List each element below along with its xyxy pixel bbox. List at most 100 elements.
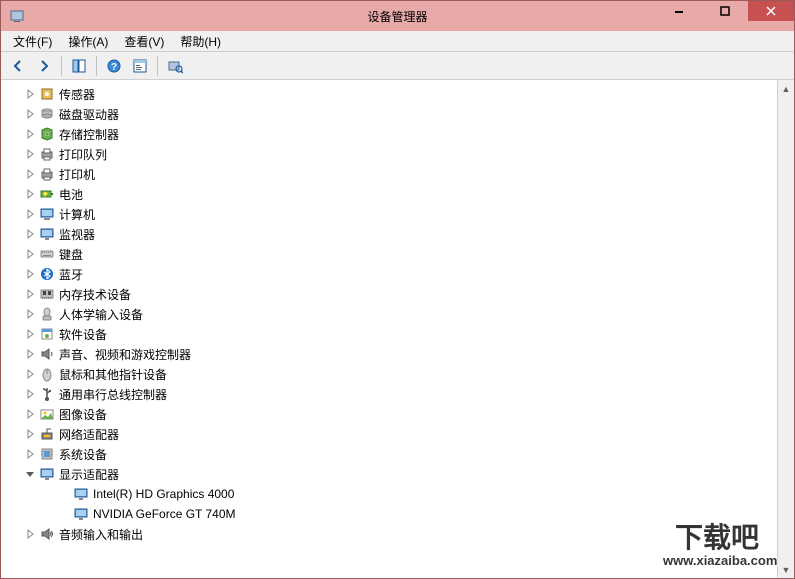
toolbar-separator (157, 56, 158, 76)
category-label: 内存技术设备 (59, 286, 131, 303)
category-label: 鼠标和其他指针设备 (59, 366, 167, 383)
vertical-scrollbar[interactable]: ▲ ▼ (777, 80, 794, 578)
menu-file[interactable]: 文件(F) (5, 31, 60, 52)
disk-icon (39, 106, 55, 122)
category-label: 电池 (59, 186, 83, 203)
menu-help[interactable]: 帮助(H) (172, 31, 229, 52)
device-label: NVIDIA GeForce GT 740M (93, 507, 236, 521)
tree-category[interactable]: 音频输入和输出 (3, 524, 775, 544)
collapse-icon[interactable] (23, 467, 37, 481)
category-label: 通用串行总线控制器 (59, 386, 167, 403)
expand-icon[interactable] (23, 347, 37, 361)
expand-icon[interactable] (23, 267, 37, 281)
help-button[interactable]: ? (103, 55, 125, 77)
titlebar[interactable]: 设备管理器 (1, 1, 794, 31)
expand-icon[interactable] (23, 387, 37, 401)
software-icon (39, 326, 55, 342)
expand-icon[interactable] (23, 427, 37, 441)
category-label: 蓝牙 (59, 266, 83, 283)
mouse-icon (39, 366, 55, 382)
computer-icon (39, 206, 55, 222)
expand-icon[interactable] (23, 107, 37, 121)
menubar: 文件(F) 操作(A) 查看(V) 帮助(H) (1, 31, 794, 52)
expand-icon[interactable] (23, 127, 37, 141)
tree-category[interactable]: 软件设备 (3, 324, 775, 344)
expand-icon[interactable] (23, 527, 37, 541)
sound-icon (39, 346, 55, 362)
tree-device[interactable]: Intel(R) HD Graphics 4000 (3, 484, 775, 504)
show-hide-tree-button[interactable] (68, 55, 90, 77)
tree-category[interactable]: 内存技术设备 (3, 284, 775, 304)
category-label: 显示适配器 (59, 466, 119, 483)
tree-category[interactable]: 存储控制器 (3, 124, 775, 144)
tree-category[interactable]: 打印机 (3, 164, 775, 184)
toolbar: ? (1, 52, 794, 80)
category-label: 声音、视频和游戏控制器 (59, 346, 191, 363)
tree-category[interactable]: 人体学输入设备 (3, 304, 775, 324)
tree-category[interactable]: 图像设备 (3, 404, 775, 424)
properties-button[interactable] (129, 55, 151, 77)
tree-category[interactable]: 声音、视频和游戏控制器 (3, 344, 775, 364)
expand-icon[interactable] (23, 287, 37, 301)
expand-icon[interactable] (23, 207, 37, 221)
device-label: Intel(R) HD Graphics 4000 (93, 487, 234, 501)
tree-category[interactable]: 显示适配器 (3, 464, 775, 484)
category-label: 音频输入和输出 (59, 526, 143, 543)
category-label: 键盘 (59, 246, 83, 263)
memory-icon (39, 286, 55, 302)
printqueue-icon (39, 146, 55, 162)
tree-category[interactable]: 监视器 (3, 224, 775, 244)
scan-hardware-button[interactable] (164, 55, 186, 77)
tree-category[interactable]: 传感器 (3, 84, 775, 104)
tree-category[interactable]: 通用串行总线控制器 (3, 384, 775, 404)
category-label: 存储控制器 (59, 126, 119, 143)
window-title: 设备管理器 (367, 8, 427, 25)
tree-category[interactable]: 电池 (3, 184, 775, 204)
expand-icon[interactable] (23, 407, 37, 421)
usb-icon (39, 386, 55, 402)
tree-device[interactable]: NVIDIA GeForce GT 740M (3, 504, 775, 524)
expand-icon[interactable] (23, 327, 37, 341)
expand-icon[interactable] (23, 307, 37, 321)
tree-category[interactable]: 鼠标和其他指针设备 (3, 364, 775, 384)
scroll-down-button[interactable]: ▼ (778, 561, 794, 578)
tree-category[interactable]: 键盘 (3, 244, 775, 264)
menu-action[interactable]: 操作(A) (60, 31, 116, 52)
category-label: 系统设备 (59, 446, 107, 463)
expand-icon[interactable] (23, 87, 37, 101)
bluetooth-icon (39, 266, 55, 282)
tree-category[interactable]: 网络适配器 (3, 424, 775, 444)
tree-category[interactable]: 打印队列 (3, 144, 775, 164)
minimize-button[interactable] (656, 1, 702, 21)
menu-view[interactable]: 查看(V) (116, 31, 172, 52)
tree-category[interactable]: 系统设备 (3, 444, 775, 464)
category-label: 软件设备 (59, 326, 107, 343)
expand-icon[interactable] (23, 367, 37, 381)
category-label: 人体学输入设备 (59, 306, 143, 323)
content-area: 传感器磁盘驱动器存储控制器打印队列打印机电池计算机监视器键盘蓝牙内存技术设备人体… (1, 80, 794, 578)
tree-category[interactable]: 磁盘驱动器 (3, 104, 775, 124)
tree-category[interactable]: 蓝牙 (3, 264, 775, 284)
tree-category[interactable]: 计算机 (3, 204, 775, 224)
category-label: 网络适配器 (59, 426, 119, 443)
app-icon (9, 8, 25, 24)
expand-icon[interactable] (23, 167, 37, 181)
storage-icon (39, 126, 55, 142)
maximize-button[interactable] (702, 1, 748, 21)
forward-button[interactable] (33, 55, 55, 77)
category-label: 监视器 (59, 226, 95, 243)
expand-icon[interactable] (23, 227, 37, 241)
scroll-up-button[interactable]: ▲ (778, 80, 794, 97)
toolbar-separator (96, 56, 97, 76)
sensor-icon (39, 86, 55, 102)
back-button[interactable] (7, 55, 29, 77)
device-manager-window: 设备管理器 文件(F) 操作(A) 查看(V) 帮助(H) (0, 0, 795, 579)
close-button[interactable] (748, 1, 794, 21)
image-icon (39, 406, 55, 422)
expand-icon[interactable] (23, 447, 37, 461)
expand-icon[interactable] (23, 187, 37, 201)
expand-icon[interactable] (23, 247, 37, 261)
expand-icon[interactable] (23, 147, 37, 161)
audio-icon (39, 526, 55, 542)
device-tree[interactable]: 传感器磁盘驱动器存储控制器打印队列打印机电池计算机监视器键盘蓝牙内存技术设备人体… (1, 80, 777, 578)
